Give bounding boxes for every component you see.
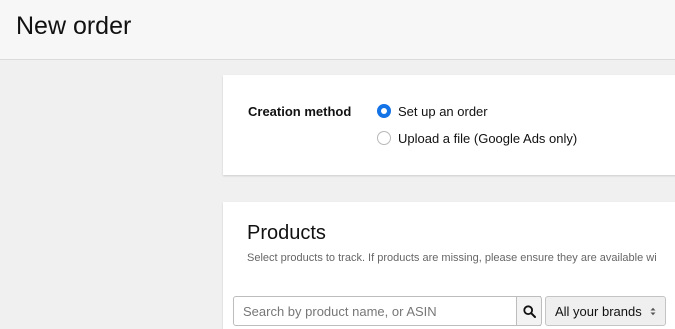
product-search-field[interactable] (233, 296, 541, 326)
chevron-updown-icon (650, 307, 656, 316)
search-icon (522, 304, 536, 318)
product-search-input[interactable] (234, 297, 540, 325)
page-title: New order (16, 12, 132, 40)
page-header: New order (0, 0, 675, 60)
radio-checked-icon[interactable] (377, 104, 391, 118)
products-title: Products (247, 222, 326, 244)
radio-set-up-order[interactable]: Set up an order (377, 102, 488, 120)
creation-method-label: Creation method (248, 104, 352, 119)
radio-label-set-up-order: Set up an order (398, 103, 488, 119)
radio-upload-file[interactable]: Upload a file (Google Ads only) (377, 129, 577, 147)
radio-unchecked-icon[interactable] (377, 131, 391, 145)
creation-method-card: Creation method Set up an order Upload a… (223, 75, 675, 175)
radio-label-upload-file: Upload a file (Google Ads only) (398, 130, 578, 146)
products-card: Products Select products to track. If pr… (223, 202, 675, 329)
brands-select[interactable]: All your brands (545, 296, 666, 326)
brands-select-value: All your brands (555, 303, 642, 319)
products-description: Select products to track. If products ar… (247, 252, 657, 264)
page: New order Creation method Set up an orde… (0, 0, 675, 329)
search-button[interactable] (516, 296, 542, 326)
